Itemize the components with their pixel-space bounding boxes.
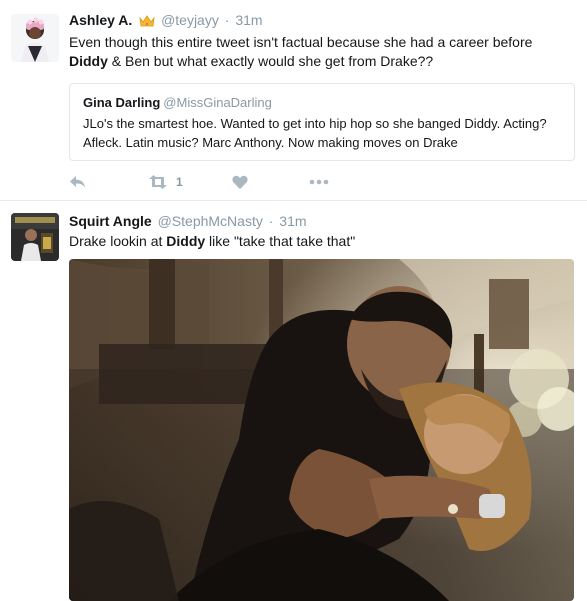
avatar[interactable] (11, 213, 59, 261)
text-part: Even though this entire tweet isn't fact… (69, 34, 533, 50)
reply-icon (70, 176, 85, 188)
photo-image (69, 259, 574, 601)
timestamp[interactable]: 31m (235, 12, 262, 28)
crown-icon (139, 13, 155, 31)
quoted-author-handle: @MissGinaDarling (163, 95, 272, 110)
text-part: & Ben but what exactly would she get fro… (107, 53, 434, 69)
reply-button[interactable] (69, 172, 87, 192)
retweet-button[interactable]: 1 (148, 172, 183, 192)
separator: · (268, 213, 274, 229)
avatar[interactable] (11, 14, 59, 62)
highlighted-term[interactable]: Diddy (69, 53, 108, 69)
separator: · (224, 12, 230, 28)
avatar-image (11, 14, 59, 62)
author-name[interactable]: Squirt Angle (69, 213, 152, 229)
retweet-count: 1 (176, 175, 183, 189)
text-part: Drake lookin at (69, 233, 167, 249)
quoted-text: JLo's the smartest hoe. Wanted to get in… (83, 116, 547, 150)
tweet-text: Even though this entire tweet isn't fact… (69, 33, 574, 71)
author-handle[interactable]: @StephMcNasty (158, 213, 263, 229)
tweet-ashley[interactable]: Ashley A. @teyjayy · 31m Even though thi… (0, 0, 587, 201)
like-button[interactable] (232, 172, 248, 192)
avatar-image (11, 213, 59, 261)
quoted-tweet[interactable]: Gina Darling @MissGinaDarling JLo's the s… (69, 83, 575, 161)
author-name[interactable]: Ashley A. (69, 12, 132, 28)
tweet-photo[interactable] (69, 259, 574, 601)
tweet-text: Drake lookin at Diddy like "take that ta… (69, 232, 574, 251)
text-part: like "take that take that" (205, 233, 356, 249)
more-button[interactable] (309, 172, 329, 192)
timestamp[interactable]: 31m (279, 213, 306, 229)
highlighted-term[interactable]: Diddy (166, 233, 205, 249)
author-handle[interactable]: @teyjayy (161, 12, 219, 28)
retweet-icon (149, 175, 167, 189)
heart-icon (232, 175, 248, 189)
tweet-actions: 1 (69, 172, 369, 192)
more-dots-icon (309, 179, 329, 185)
quoted-author-name: Gina Darling (83, 95, 161, 110)
tweet-squirt-angle[interactable]: Squirt Angle @StephMcNasty · 31m Drake l… (0, 202, 587, 601)
